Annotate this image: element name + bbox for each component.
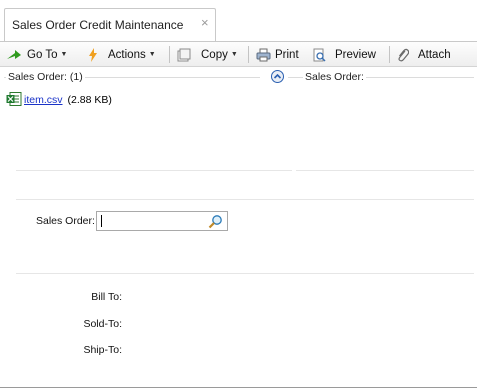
sold-to-label: Sold-To: bbox=[83, 318, 122, 330]
tab-title: Sales Order Credit Maintenance bbox=[12, 18, 184, 32]
printer-icon bbox=[256, 48, 271, 62]
section-divider bbox=[296, 170, 474, 171]
close-icon[interactable]: × bbox=[201, 15, 209, 30]
toolbar-separator bbox=[389, 46, 390, 63]
bottom-border bbox=[0, 387, 477, 388]
sales-order-label: Sales Order: bbox=[36, 215, 95, 227]
attachment-file-size: (2.88 KB) bbox=[67, 94, 112, 106]
section-divider bbox=[16, 199, 474, 200]
tab-bar: Sales Order Credit Maintenance × bbox=[0, 0, 477, 44]
right-section-label: Sales Order: bbox=[303, 71, 366, 83]
goto-button[interactable]: Go To ▼ bbox=[6, 46, 67, 63]
paperclip-icon bbox=[397, 48, 409, 62]
preview-label: Preview bbox=[335, 48, 376, 61]
print-label: Print bbox=[275, 48, 299, 61]
actions-dropdown-icon: ▼ bbox=[148, 51, 156, 58]
search-icon[interactable] bbox=[208, 214, 223, 232]
sales-order-input[interactable] bbox=[96, 211, 228, 231]
collapse-icon[interactable] bbox=[271, 70, 284, 86]
toolbar-separator bbox=[169, 46, 170, 63]
bill-to-label: Bill To: bbox=[91, 291, 122, 303]
attachment-file-link[interactable]: item.csv bbox=[24, 94, 63, 106]
attach-button[interactable]: Attach bbox=[397, 46, 451, 63]
preview-icon bbox=[312, 48, 326, 62]
copy-dropdown-icon: ▼ bbox=[230, 51, 238, 58]
section-divider bbox=[16, 273, 474, 274]
print-button[interactable]: Print bbox=[256, 46, 299, 63]
text-cursor bbox=[101, 215, 102, 227]
actions-lightning-icon bbox=[88, 47, 98, 62]
copy-label: Copy bbox=[201, 48, 228, 61]
actions-button[interactable]: Actions ▼ bbox=[88, 46, 156, 63]
excel-file-icon bbox=[6, 91, 22, 109]
actions-label: Actions bbox=[108, 48, 146, 61]
attachment-item: item.csv (2.88 KB) bbox=[6, 91, 112, 109]
goto-label: Go To bbox=[27, 48, 58, 61]
section-divider bbox=[16, 170, 292, 171]
toolbar-separator bbox=[248, 46, 249, 63]
preview-button[interactable]: Preview bbox=[312, 46, 376, 63]
toolbar: Go To ▼ Actions ▼ Copy ▼ Print Preview A… bbox=[0, 41, 477, 67]
copy-icon bbox=[177, 48, 191, 62]
attachments-section-label: Sales Order: (1) bbox=[6, 71, 85, 83]
attach-label: Attach bbox=[418, 48, 451, 61]
ship-to-label: Ship-To: bbox=[83, 344, 122, 356]
tab-sales-order-credit-maintenance[interactable]: Sales Order Credit Maintenance × bbox=[4, 8, 216, 41]
goto-arrow-icon bbox=[6, 49, 22, 61]
goto-dropdown-icon: ▼ bbox=[60, 51, 68, 58]
copy-button[interactable]: Copy ▼ bbox=[177, 46, 238, 63]
